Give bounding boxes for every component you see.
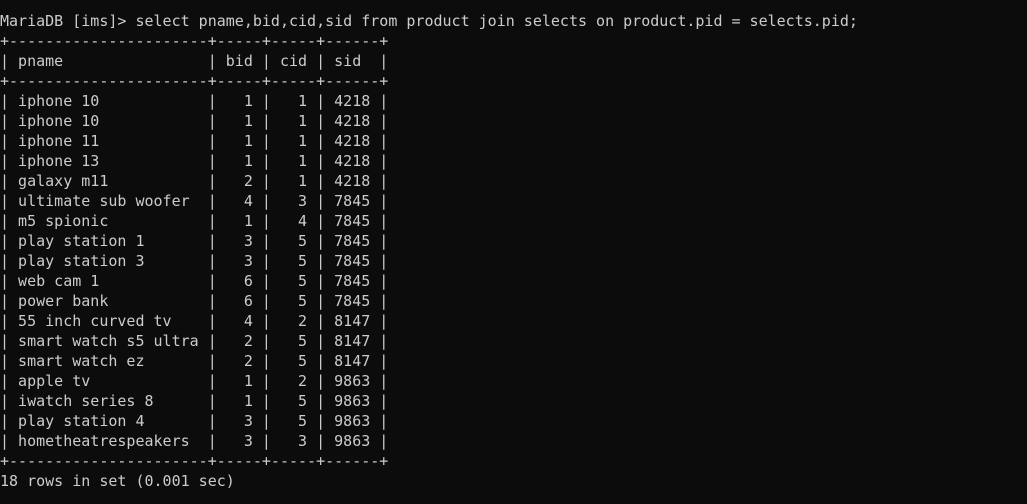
command-line: MariaDB [ims]> select pname,bid,cid,sid … — [0, 11, 858, 31]
table-row: | ultimate sub woofer | 4 | 3 | 7845 | — [0, 192, 389, 210]
table-row: | m5 spionic | 1 | 4 | 7845 | — [0, 212, 389, 230]
table-row: | smart watch ez | 2 | 5 | 8147 | — [0, 352, 389, 370]
table-row: | hometheatrespeakers | 3 | 3 | 9863 | — [0, 432, 389, 450]
prompt: MariaDB [ims]> — [0, 12, 136, 30]
table-row: | play station 4 | 3 | 5 | 9863 | — [0, 412, 389, 430]
table-border-header: +----------------------+-----+-----+----… — [0, 72, 389, 90]
table-row: | galaxy m11 | 2 | 1 | 4218 | — [0, 172, 389, 190]
table-row: | play station 3 | 3 | 5 | 7845 | — [0, 252, 389, 270]
table-row: | apple tv | 1 | 2 | 9863 | — [0, 372, 389, 390]
table-row: | iphone 10 | 1 | 1 | 4218 | — [0, 92, 389, 110]
table-row: | iwatch series 8 | 1 | 5 | 9863 | — [0, 392, 389, 410]
table-row: | power bank | 6 | 5 | 7845 | — [0, 292, 389, 310]
table-border-top: +----------------------+-----+-----+----… — [0, 32, 389, 50]
table-row: | iphone 11 | 1 | 1 | 4218 | — [0, 132, 389, 150]
table-row: | smart watch s5 ultra | 2 | 5 | 8147 | — [0, 332, 389, 350]
table-row: | play station 1 | 3 | 5 | 7845 | — [0, 232, 389, 250]
table-row: | web cam 1 | 6 | 5 | 7845 | — [0, 272, 389, 290]
result-summary: 18 rows in set (0.001 sec) — [0, 472, 235, 490]
table-row: | iphone 10 | 1 | 1 | 4218 | — [0, 112, 389, 130]
sql-command: select pname,bid,cid,sid from product jo… — [135, 12, 858, 30]
table-header: | pname | bid | cid | sid | — [0, 52, 389, 70]
table-border-bottom: +----------------------+-----+-----+----… — [0, 452, 389, 470]
table-row: | 55 inch curved tv | 4 | 2 | 8147 | — [0, 312, 389, 330]
table-body: | iphone 10 | 1 | 1 | 4218 | | iphone 10… — [0, 91, 388, 451]
table-row: | iphone 13 | 1 | 1 | 4218 | — [0, 152, 389, 170]
terminal-console[interactable]: MariaDB [ims]> select pname,bid,cid,sid … — [0, 0, 1027, 504]
